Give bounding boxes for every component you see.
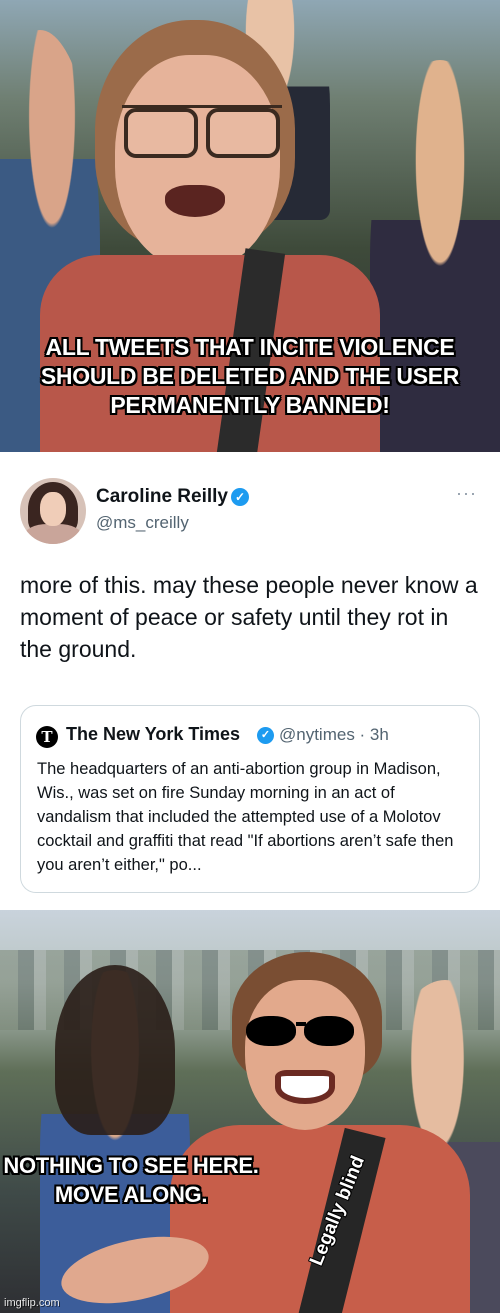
quoted-author-name: The New York Times	[66, 724, 241, 744]
sunglasses-bridge	[296, 1022, 306, 1026]
watermark: imgflip.com	[4, 1297, 60, 1309]
top-meme-panel: ALL TWEETS THAT INCITE VIOLENCE SHOULD B…	[0, 0, 500, 452]
tweet-screenshot: Caroline Reilly ✓ @ms_creilly ··· more o…	[0, 452, 500, 910]
shouting-mouth	[165, 185, 225, 217]
subject-face	[245, 980, 365, 1130]
subject-face	[115, 55, 280, 270]
bottom-caption: NOTHING TO SEE HERE. MOVE ALONG.	[3, 1153, 259, 1207]
tweet-author-name[interactable]: Caroline Reilly	[96, 486, 228, 508]
verified-badge-icon: ✓	[231, 488, 249, 506]
quoted-tweet-text: The headquarters of an anti-abortion gro…	[37, 760, 454, 874]
quoted-tweet-card[interactable]: T The New York Times ✓ @nytimes · 3h The…	[20, 705, 480, 893]
avatar[interactable]	[20, 478, 86, 544]
bottom-meme-panel: NOTHING TO SEE HERE. MOVE ALONG. Legally…	[0, 910, 500, 1313]
quoted-author-handle: @nytimes · 3h	[279, 725, 389, 744]
background-person-left-hair	[55, 965, 175, 1135]
glasses	[122, 105, 282, 158]
sunglasses	[246, 1016, 354, 1048]
laughing-mouth	[275, 1070, 335, 1104]
top-caption: ALL TWEETS THAT INCITE VIOLENCE SHOULD B…	[40, 334, 460, 418]
tweet-author-handle[interactable]: @ms_creilly	[96, 513, 189, 533]
more-options-icon[interactable]: ···	[456, 484, 477, 502]
tweet-body: more of this. may these people never kno…	[20, 572, 478, 662]
verified-badge-icon: ✓	[257, 727, 274, 744]
nyt-logo-icon: T	[36, 726, 58, 748]
